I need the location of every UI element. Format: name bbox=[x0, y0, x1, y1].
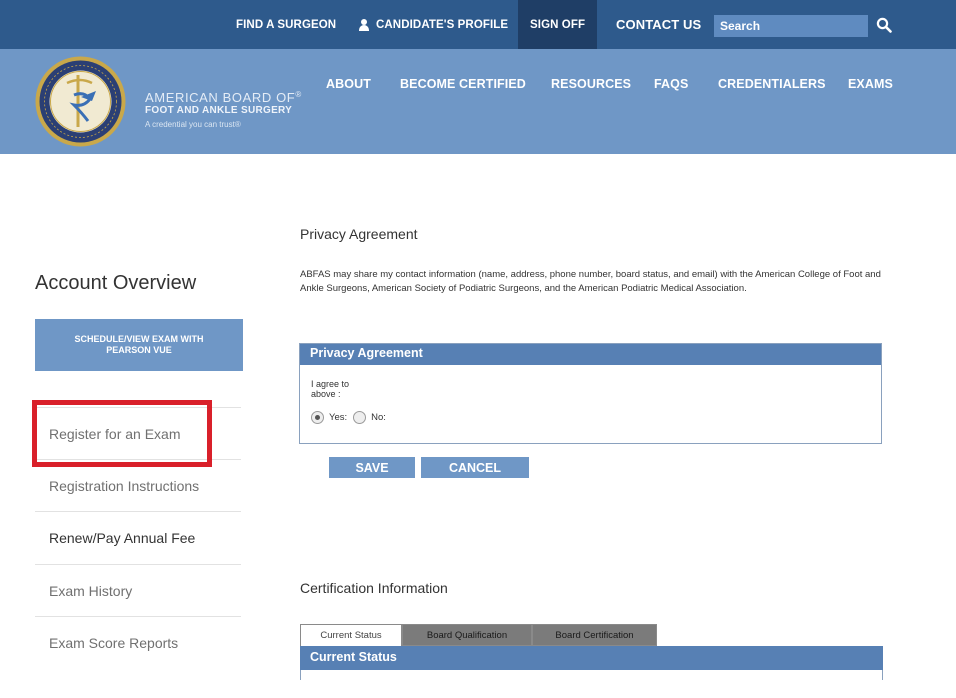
privacy-heading: Privacy Agreement bbox=[300, 226, 418, 242]
candidate-profile-label: CANDIDATE'S PROFILE bbox=[376, 18, 509, 31]
sidebar-item-label: Exam Score Reports bbox=[49, 634, 179, 651]
agree-label-line-2: above : bbox=[311, 389, 341, 399]
certification-tabs: Current Status Board Qualification Board… bbox=[300, 624, 657, 646]
save-button[interactable]: SAVE bbox=[329, 457, 415, 478]
current-status-panel bbox=[300, 670, 883, 680]
current-status-panel-title: Current Status bbox=[300, 646, 883, 670]
sign-off-link[interactable]: SIGN OFF bbox=[518, 0, 598, 49]
contact-us-link[interactable]: CONTACT US bbox=[616, 0, 701, 49]
tab-current-status[interactable]: Current Status bbox=[300, 624, 402, 646]
tab-board-qualification[interactable]: Board Qualification bbox=[402, 624, 532, 646]
nav-about[interactable]: ABOUT bbox=[326, 77, 371, 91]
sidebar-item-registration-instructions[interactable]: Registration Instructions bbox=[35, 459, 241, 511]
nav-faqs[interactable]: FAQS bbox=[654, 77, 688, 91]
privacy-panel-title: Privacy Agreement bbox=[300, 344, 881, 365]
candidate-profile-link[interactable]: CANDIDATE'S PROFILE bbox=[358, 0, 508, 49]
brand-tagline: A credential you can trust bbox=[145, 120, 235, 129]
site-header: AMERICAN BOARD OF® FOOT AND ANKLE SURGER… bbox=[0, 49, 956, 154]
nav-exams[interactable]: EXAMS bbox=[848, 77, 893, 91]
agree-label-line-1: I agree to bbox=[311, 379, 350, 389]
sidebar-item-exam-score-reports[interactable]: Exam Score Reports bbox=[35, 616, 241, 668]
find-surgeon-link[interactable]: FIND A SURGEON bbox=[236, 0, 336, 49]
sidebar-item-exam-history[interactable]: Exam History bbox=[35, 564, 241, 616]
nav-credentialers[interactable]: CREDENTIALERS bbox=[718, 77, 826, 91]
abfas-seal-logo[interactable] bbox=[34, 55, 127, 148]
search-icon[interactable] bbox=[876, 17, 892, 33]
top-utility-bar: FIND A SURGEON CANDIDATE'S PROFILE SIGN … bbox=[0, 0, 956, 49]
brand-line-2: FOOT AND ANKLE SURGERY bbox=[145, 105, 293, 116]
no-radio[interactable] bbox=[353, 411, 367, 424]
privacy-statement: ABFAS may share my contact information (… bbox=[300, 269, 881, 294]
brand-line-1: AMERICAN BOARD OF bbox=[145, 90, 296, 105]
nav-become-certified[interactable]: BECOME CERTIFIED bbox=[400, 77, 526, 91]
nav-resources[interactable]: RESOURCES bbox=[551, 77, 631, 91]
privacy-agreement-panel: Privacy Agreement I agree to above : Yes… bbox=[299, 343, 882, 444]
no-label: No: bbox=[371, 412, 386, 423]
yes-label: Yes: bbox=[329, 412, 348, 423]
certification-heading: Certification Information bbox=[300, 580, 448, 596]
agree-radio-group: Yes: No: bbox=[311, 411, 386, 424]
tab-board-certification[interactable]: Board Certification bbox=[532, 624, 657, 646]
brand-wordmark: AMERICAN BOARD OF® FOOT AND ANKLE SURGER… bbox=[145, 90, 302, 129]
cancel-button[interactable]: CANCEL bbox=[421, 457, 529, 478]
account-overview-title: Account Overview bbox=[35, 272, 197, 294]
sidebar-item-label: Renew/Pay Annual Fee bbox=[49, 529, 196, 546]
sidebar-item-label: Register for an Exam bbox=[49, 425, 181, 442]
sidebar-item-label: Exam History bbox=[49, 582, 133, 599]
agree-label: I agree to above : bbox=[311, 379, 349, 399]
registered-mark: ® bbox=[295, 90, 302, 99]
person-icon bbox=[358, 18, 370, 31]
yes-radio[interactable] bbox=[311, 411, 324, 424]
sidebar-item-renew-annual-fee[interactable]: Renew/Pay Annual Fee bbox=[35, 511, 241, 563]
registered-mark-small: ® bbox=[234, 120, 241, 129]
schedule-exam-pearson-button[interactable]: SCHEDULE/VIEW EXAM WITH PEARSON VUE bbox=[35, 319, 243, 371]
sidebar-item-register-exam[interactable]: Register for an Exam bbox=[35, 407, 241, 459]
search-input[interactable] bbox=[714, 15, 868, 37]
sidebar-item-label: Registration Instructions bbox=[49, 477, 200, 494]
